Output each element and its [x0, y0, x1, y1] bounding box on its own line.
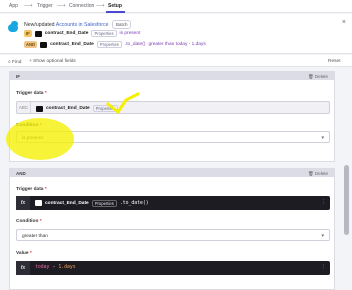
workato-field-icon: [34, 30, 42, 37]
trash-icon: 🗑: [308, 170, 314, 176]
more-options-icon[interactable]: ⋮: [321, 264, 326, 270]
workato-field-icon: [36, 105, 43, 112]
arrow-right-icon: ⟶: [57, 3, 66, 9]
breadcrumb-setup[interactable]: Setup: [108, 3, 122, 9]
field-name: contract_End_Date: [45, 200, 89, 206]
method-text: .to_date(): [119, 200, 149, 206]
operator-text: is present: [119, 31, 141, 36]
workato-field-icon: [35, 200, 42, 206]
summary-if-row: IF contract_End_Date Properties is prese…: [24, 30, 140, 37]
trigger-data-input[interactable]: ABC contract_End_Date Properties: [16, 101, 330, 114]
trigger-data-label: Trigger data *: [16, 187, 47, 192]
field-toolbar: ⌕ Find + Show optional fields Reset: [0, 55, 352, 67]
properties-tag: Properties: [91, 199, 117, 207]
reset-button[interactable]: Reset: [328, 59, 341, 64]
field-name: contract_End_Date: [46, 106, 90, 111]
show-optional-fields-button[interactable]: + Show optional fields: [29, 59, 76, 64]
value-label: Value *: [16, 251, 32, 256]
condition-select-value: is present: [22, 135, 43, 141]
breadcrumb-trigger[interactable]: Trigger: [37, 3, 53, 9]
condition-select[interactable]: is present ▾: [16, 131, 330, 143]
breadcrumb-connection[interactable]: Connection: [69, 3, 94, 9]
find-button[interactable]: ⌕ Find: [8, 59, 21, 65]
properties-tag: Properties: [92, 105, 118, 112]
more-options-icon[interactable]: ⋮: [321, 199, 326, 205]
and-panel-header: AND 🗑 Delete: [10, 169, 334, 177]
arrow-right-icon: ⟶: [24, 3, 33, 9]
trigger-title-prefix: New/updated: [24, 22, 55, 28]
salesforce-logo-icon-top: [11, 21, 18, 27]
delete-condition-button[interactable]: 🗑 Delete: [308, 74, 328, 80]
delete-condition-button[interactable]: 🗑 Delete: [308, 171, 328, 177]
value-expression[interactable]: today - 1.days: [35, 265, 76, 270]
breadcrumb: App ⟶ Trigger ⟶ Connection ⟶ Setup: [0, 0, 352, 13]
chevron-down-icon: ▾: [321, 134, 324, 141]
condition-select-value: greater than: [22, 233, 48, 239]
breadcrumb-app[interactable]: App: [9, 3, 18, 9]
trigger-data-input[interactable]: fx contract_End_Date Properties .to_date…: [16, 196, 330, 210]
batch-badge: Batch: [111, 20, 132, 29]
properties-tag: Properties: [91, 30, 117, 37]
field-name: contract_End_Date: [50, 42, 94, 47]
trigger-data-pill[interactable]: contract_End_Date Properties: [36, 105, 118, 112]
trigger-data-pill[interactable]: contract_End_Date Properties .to_date(): [35, 199, 149, 207]
properties-tag: Properties: [96, 41, 122, 48]
field-name: contract_End_Date: [44, 31, 89, 36]
chevron-down-icon: ▾: [321, 232, 324, 239]
expr-operator: -: [52, 264, 56, 270]
if-tag: IF: [24, 30, 32, 37]
trigger-title-object[interactable]: Accounts in Salesforce: [56, 22, 109, 28]
method-text: .to_date(): [124, 42, 146, 47]
and-label: AND: [16, 170, 26, 176]
expr-days: 1.days: [58, 264, 76, 270]
abc-type-icon: ABC: [17, 102, 31, 113]
formula-icon: fx: [16, 261, 30, 275]
condition-label: Condition *: [16, 219, 42, 224]
close-icon[interactable]: ×: [342, 19, 346, 26]
trigger-summary-card: New/updated Accounts in Salesforce Batch…: [0, 14, 352, 54]
expr-today: today: [35, 264, 50, 270]
arrow-right-icon: ⟶: [96, 3, 105, 9]
if-panel-header: IF 🗑 Delete: [10, 72, 334, 80]
trigger-title: New/updated Accounts in Salesforce Batch: [24, 20, 132, 29]
trigger-data-label: Trigger data *: [16, 91, 47, 96]
operator-text: greater than today - 1.days: [148, 42, 206, 47]
condition-select[interactable]: greater than ▾: [16, 229, 330, 241]
and-tag: AND: [24, 41, 38, 48]
workato-field-icon: [40, 41, 48, 48]
if-label: IF: [16, 73, 20, 79]
if-condition-panel: IF 🗑 Delete Trigger data * ABC contract_…: [9, 71, 335, 162]
formula-icon: fx: [16, 196, 30, 210]
active-step-underline: [106, 11, 125, 13]
value-input[interactable]: fx today - 1.days ⋮: [16, 261, 330, 275]
summary-and-row: AND contract_End_Date Properties .to_dat…: [24, 41, 206, 48]
and-condition-panel: AND 🗑 Delete Trigger data * fx contract_…: [9, 168, 335, 290]
trash-icon: 🗑: [308, 73, 314, 79]
condition-label: Condition *: [16, 123, 42, 128]
scrollbar[interactable]: [344, 165, 349, 235]
